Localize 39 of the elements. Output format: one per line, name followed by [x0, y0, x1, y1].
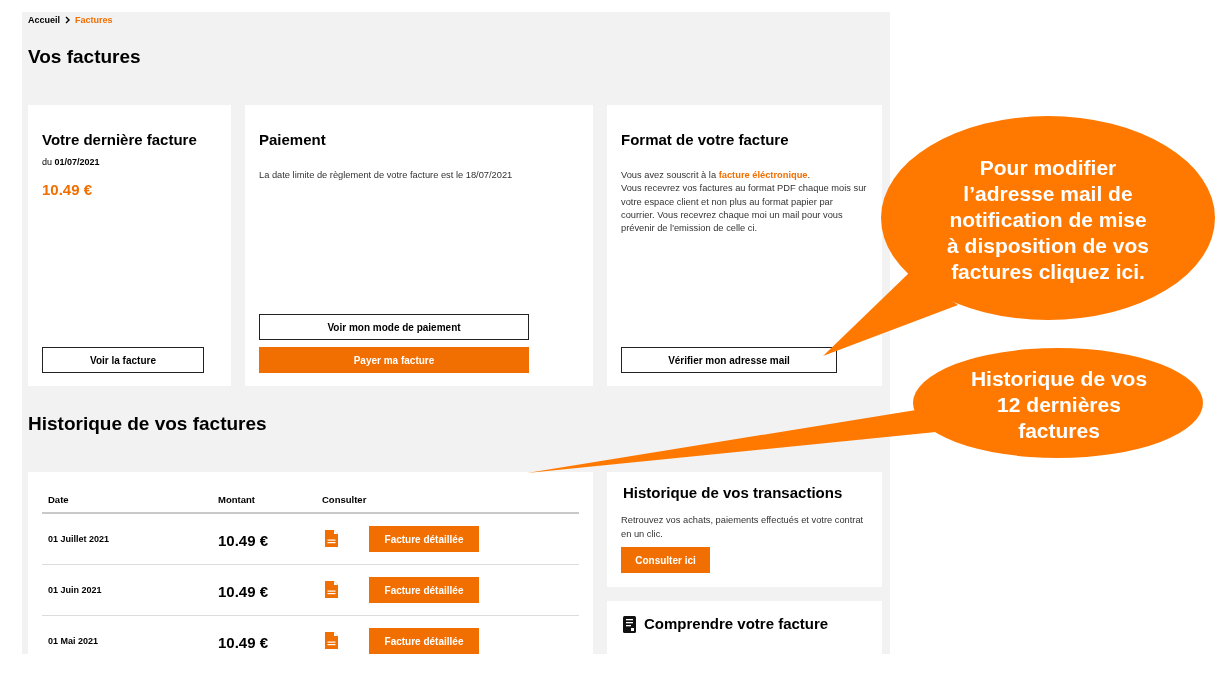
file-icon[interactable] — [325, 580, 338, 598]
invoice-amount: 10.49 € — [42, 180, 94, 200]
amount-cell-text: 10.49 € — [217, 582, 270, 601]
chevron-right-icon — [65, 16, 70, 24]
detail-button[interactable]: Facture détaillée — [369, 577, 479, 603]
action-button[interactable]: Voir mon mode de paiement — [259, 314, 529, 340]
card-text: Retrouvez vos achats, paiements effectués et votre contrat en un clic. — [621, 514, 865, 541]
date-cell-text: 01 Juillet 2021 — [47, 534, 111, 544]
date-cell-text: 01 Juin 2021 — [47, 585, 103, 595]
detail-button[interactable]: Facture détaillée — [369, 628, 479, 654]
card-text: Vous avez souscrit à la facture éléctronique. — [621, 169, 812, 182]
amount-cell-text: 10.49 € — [217, 633, 270, 652]
callout-text: Historique de vos 12 dernières factures — [970, 366, 1148, 444]
breadcrumb-link[interactable]: Accueil — [28, 15, 60, 25]
column-header: Consulter — [321, 493, 368, 505]
file-icon[interactable] — [325, 529, 338, 547]
detail-button[interactable]: Facture détaillée — [369, 526, 479, 552]
card-title: Paiement — [259, 130, 327, 150]
document-icon — [623, 616, 636, 633]
file-icon[interactable] — [325, 631, 338, 649]
card-text: Vous recevrez vos factures au format PDF chaque mois sur votre espace client et non plus au format papier par courrier. Vous recevrez chaque moi un mail pour vous prévenir de l'emission de celle ci. — [621, 182, 868, 236]
page-title: Vos factures — [28, 45, 142, 69]
action-button[interactable]: Vérifier mon adresse mail — [621, 347, 837, 373]
action-button[interactable]: Payer ma facture — [259, 347, 529, 373]
section-title: Historique de vos factures — [28, 412, 268, 436]
card-title: Format de votre facture — [621, 130, 790, 150]
card-title: Historique de vos transactions — [622, 483, 844, 503]
callout-text: Pour modifier l’adresse mail de notification de mise à disposition de vos factures cliquez ici. — [947, 155, 1149, 285]
date-cell-text: 01 Mai 2021 — [47, 636, 100, 646]
breadcrumb-link[interactable]: Factures — [75, 15, 113, 25]
card-text: La date limite de règlement de votre facture est le 18/07/2021 — [259, 169, 514, 182]
column-header: Montant — [217, 493, 256, 505]
column-header: Date — [47, 493, 70, 505]
action-button[interactable]: Voir la facture — [42, 347, 204, 373]
consult-button[interactable]: Consulter ici — [621, 547, 710, 573]
card-title: Votre dernière facture — [42, 130, 198, 150]
amount-cell-text: 10.49 € — [217, 531, 270, 550]
invoice-date: du 01/07/2021 — [42, 156, 101, 169]
card-title: Comprendre votre facture — [644, 614, 829, 634]
